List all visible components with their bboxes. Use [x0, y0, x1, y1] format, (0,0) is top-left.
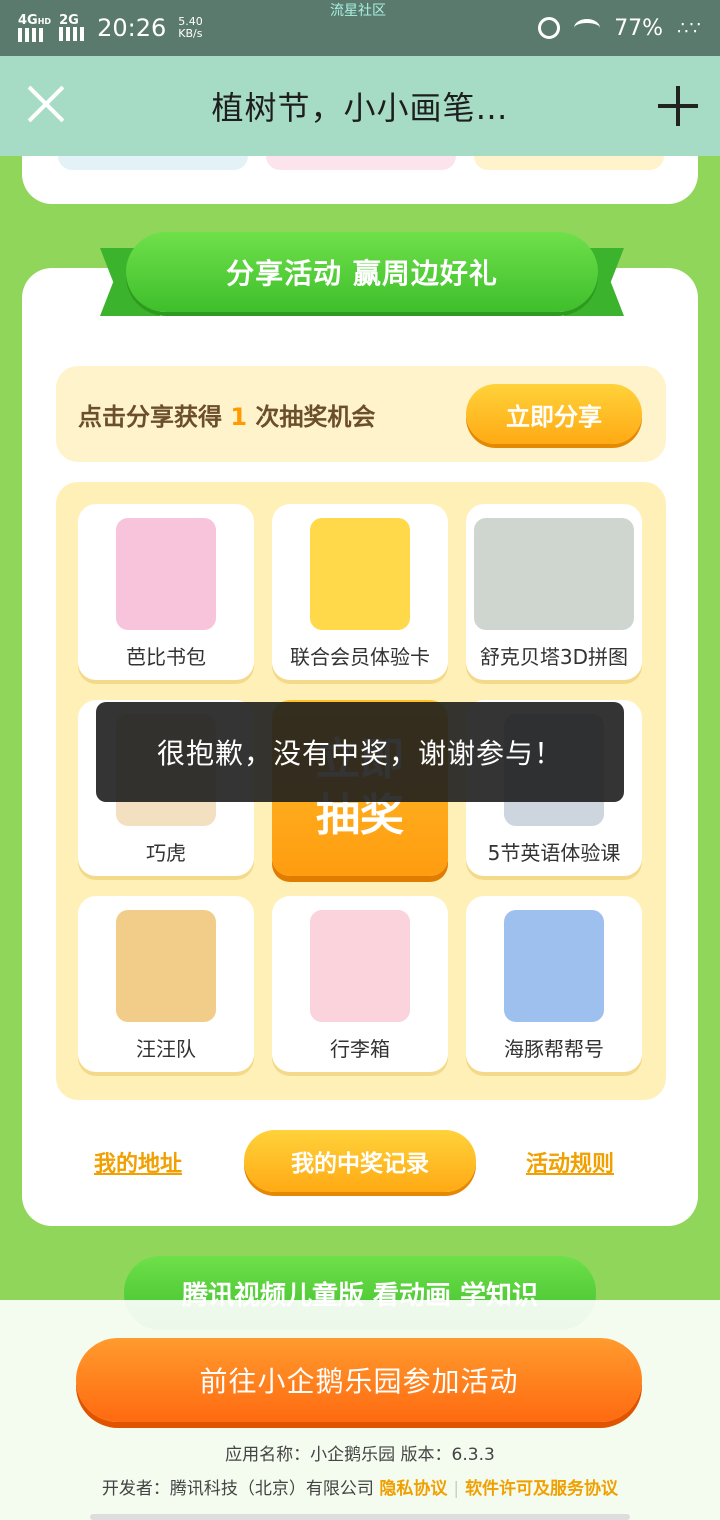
card-tab-blue	[58, 156, 248, 170]
prize-cell: 海豚帮帮号	[466, 896, 642, 1072]
puzzle-toy-icon	[474, 518, 634, 630]
network-hd-label: HD	[37, 16, 52, 26]
status-left: 4GHD 2G 20:26 5.40 KB/s	[18, 14, 203, 42]
share-prefix: 点击分享获得	[78, 402, 222, 431]
network-speed: 5.40 KB/s	[178, 16, 203, 40]
share-now-button[interactable]: 立即分享	[466, 384, 642, 444]
wifi-icon	[574, 19, 601, 37]
prize-cell: 汪汪队	[78, 896, 254, 1072]
more-status-icon: ∴∵	[677, 17, 702, 39]
clock: 20:26	[97, 14, 167, 42]
link-separator: |	[453, 1479, 460, 1499]
network-indicator-2g: 2G	[59, 13, 86, 41]
network-4g-label: 4G	[18, 12, 38, 28]
speed-unit: KB/s	[178, 27, 203, 40]
penguin-app-icon	[310, 518, 410, 630]
privacy-link[interactable]: 隐私协议	[379, 1479, 447, 1499]
title-bar: 植树节，小小画笔…	[0, 56, 720, 156]
add-icon[interactable]	[658, 86, 698, 126]
prize-label: 巧虎	[146, 841, 186, 865]
card-tab-pink	[266, 156, 456, 170]
share-ribbon: 分享活动 赢周边好礼	[100, 232, 624, 322]
home-indicator	[90, 1514, 630, 1520]
go-to-app-button[interactable]: 前往小企鹅乐园参加活动	[76, 1338, 642, 1422]
plush-dog-icon	[116, 910, 216, 1022]
rules-link[interactable]: 活动规则	[526, 1146, 614, 1178]
share-count: 1	[230, 402, 248, 431]
status-bar: 4GHD 2G 20:26 5.40 KB/s 流星社区 77% ∴∵	[0, 0, 720, 56]
battery-level: 77%	[614, 15, 664, 41]
card-tab-yellow	[474, 156, 664, 170]
share-box: 点击分享获得 1 次抽奖机会 立即分享	[56, 366, 666, 462]
prize-label: 舒克贝塔3D拼图	[479, 645, 629, 669]
developer-info: 开发者：腾讯科技（北京）有限公司 隐私协议 | 软件许可及服务协议	[0, 1474, 720, 1499]
my-address-link[interactable]: 我的地址	[94, 1146, 182, 1178]
ribbon-title: 分享活动 赢周边好礼	[126, 232, 598, 312]
developer-name: 开发者：腾讯科技（北京）有限公司	[101, 1479, 374, 1499]
prize-label: 汪汪队	[136, 1037, 196, 1061]
prize-label: 芭比书包	[126, 645, 206, 669]
network-2g-label: 2G	[59, 13, 79, 28]
prize-cell: 联合会员体验卡	[272, 504, 448, 680]
status-right: 77% ∴∵	[538, 16, 702, 41]
app-info: 应用名称：小企鹅乐园 版本：6.3.3	[225, 1445, 495, 1465]
previous-card	[22, 156, 698, 204]
prize-label: 联合会员体验卡	[290, 645, 430, 669]
backpack-icon	[116, 518, 216, 630]
prize-cell: 芭比书包	[78, 504, 254, 680]
prize-cell: 舒克贝塔3D拼图	[466, 504, 642, 680]
carrier-label: 流星社区	[330, 3, 386, 19]
alarm-icon	[538, 17, 561, 39]
network-indicator-4g: 4GHD	[18, 12, 52, 42]
dolphin-toy-icon	[504, 910, 604, 1022]
signal-bars-icon	[18, 27, 44, 42]
suitcase-icon	[310, 910, 410, 1022]
prize-cell: 行李箱	[272, 896, 448, 1072]
prize-label: 行李箱	[330, 1037, 390, 1061]
license-link[interactable]: 软件许可及服务协议	[465, 1479, 618, 1499]
signal-bars-icon	[59, 27, 86, 41]
share-prompt: 点击分享获得 1 次抽奖机会	[78, 397, 375, 432]
close-icon[interactable]	[26, 84, 66, 124]
result-toast: 很抱歉，没有中奖，谢谢参与！	[96, 702, 624, 802]
my-records-button[interactable]: 我的中奖记录	[244, 1130, 476, 1192]
prize-label: 5节英语体验课	[487, 841, 621, 865]
page-title: 植树节，小小画笔…	[211, 89, 509, 127]
prize-label: 海豚帮帮号	[504, 1037, 604, 1061]
share-suffix: 次抽奖机会	[255, 402, 376, 431]
